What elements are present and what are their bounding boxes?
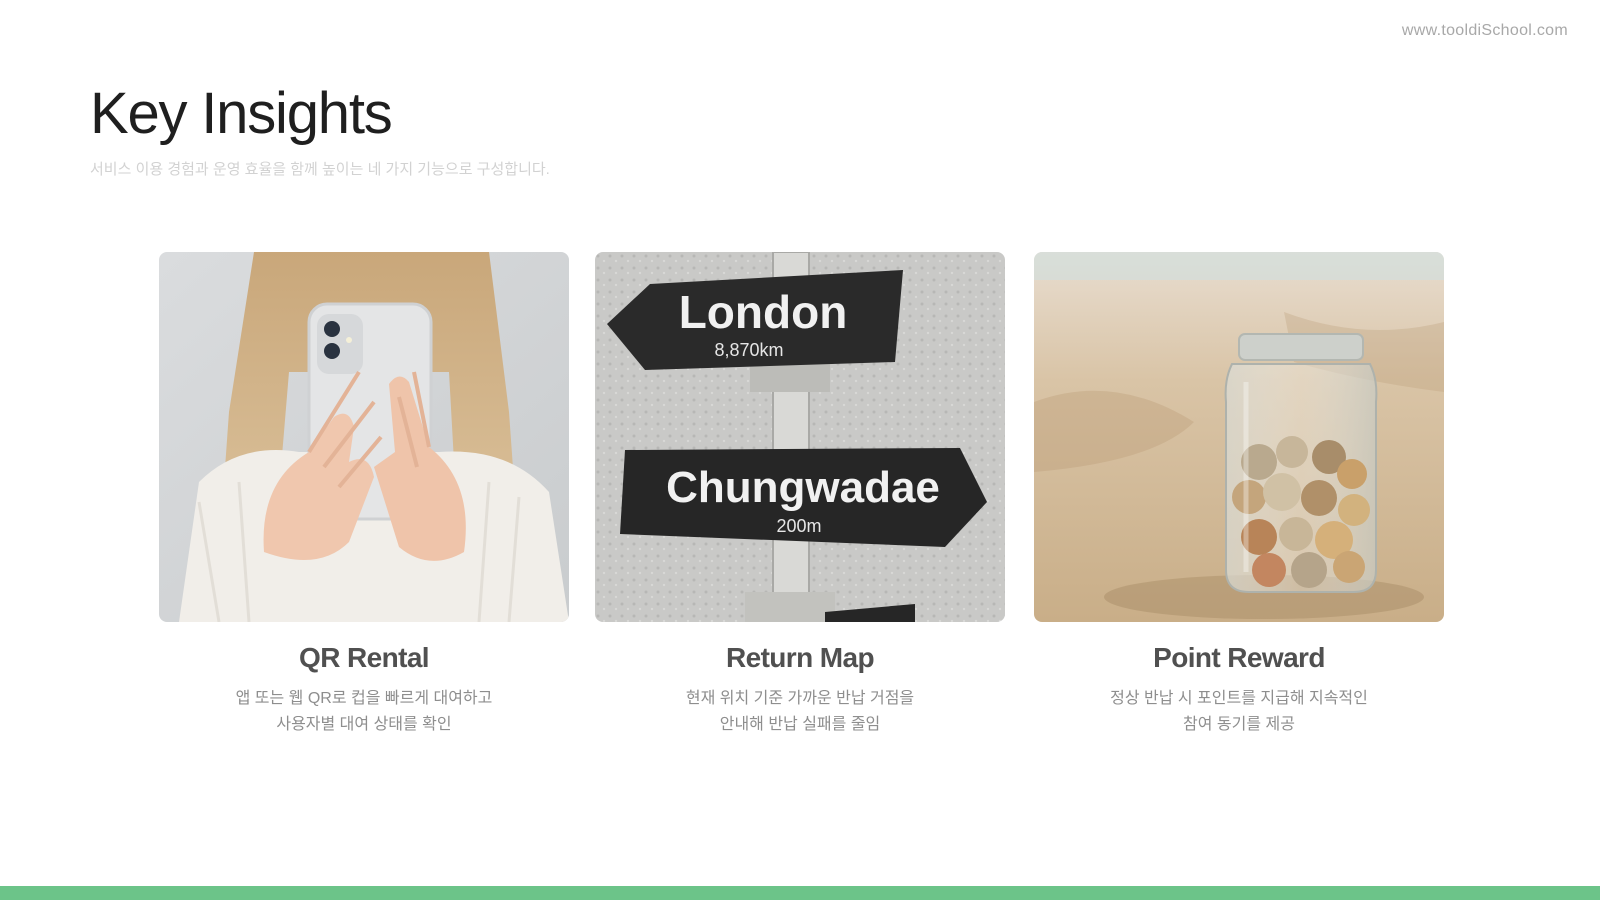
feature-card-qr-rental: QR Rental 앱 또는 웹 QR로 컵을 빠르게 대여하고 사용자별 대여… <box>159 252 569 738</box>
card-description-line: 안내해 반납 실패를 줄임 <box>719 716 881 733</box>
card-title: Point Reward <box>1153 642 1325 673</box>
direction-signpost-photo: London 8,870km Chungwadae 200m <box>595 252 1005 622</box>
woman-holding-phone-photo <box>159 252 569 622</box>
card-description-line: 앱 또는 웹 QR로 컵을 빠르게 대여하고 <box>235 690 493 707</box>
feature-cards: QR Rental 앱 또는 웹 QR로 컵을 빠르게 대여하고 사용자별 대여… <box>0 252 1600 752</box>
sign-bottom-distance: 200m <box>776 516 821 536</box>
sign-top-distance: 8,870km <box>714 340 783 360</box>
feature-card-return-map: London 8,870km Chungwadae 200m Return Ma… <box>595 252 1005 738</box>
feature-card-point-reward: Point Reward 정상 반납 시 포인트를 지급해 지속적인 참여 동기… <box>1034 252 1444 738</box>
card-title: Return Map <box>725 642 875 673</box>
card-description-line: 사용자별 대여 상태를 확인 <box>276 716 452 733</box>
card-description: 앱 또는 웹 QR로 컵을 빠르게 대여하고 사용자별 대여 상태를 확인 <box>159 686 569 738</box>
site-url: www.tooldiSchool.com <box>1401 22 1568 39</box>
card-description-line: 현재 위치 기준 가까운 반납 거점을 <box>685 690 915 707</box>
sign-bottom-label: Chungwadae <box>666 463 940 512</box>
page-subtitle: 서비스 이용 경험과 운영 효율을 함께 높이는 네 가지 기능으로 구성합니다… <box>90 161 550 178</box>
card-description-line: 참여 동기를 제공 <box>1183 716 1295 733</box>
page-title: Key Insights <box>90 81 393 146</box>
card-title: QR Rental <box>299 642 430 673</box>
card-description-line: 정상 반납 시 포인트를 지급해 지속적인 <box>1110 690 1368 707</box>
coin-jar-on-sand-photo <box>1034 252 1444 622</box>
card-description: 현재 위치 기준 가까운 반납 거점을 안내해 반납 실패를 줄임 <box>595 686 1005 738</box>
bottom-accent-bar <box>0 886 1600 900</box>
sign-top-label: London <box>679 286 848 338</box>
card-description: 정상 반납 시 포인트를 지급해 지속적인 참여 동기를 제공 <box>1034 686 1444 738</box>
